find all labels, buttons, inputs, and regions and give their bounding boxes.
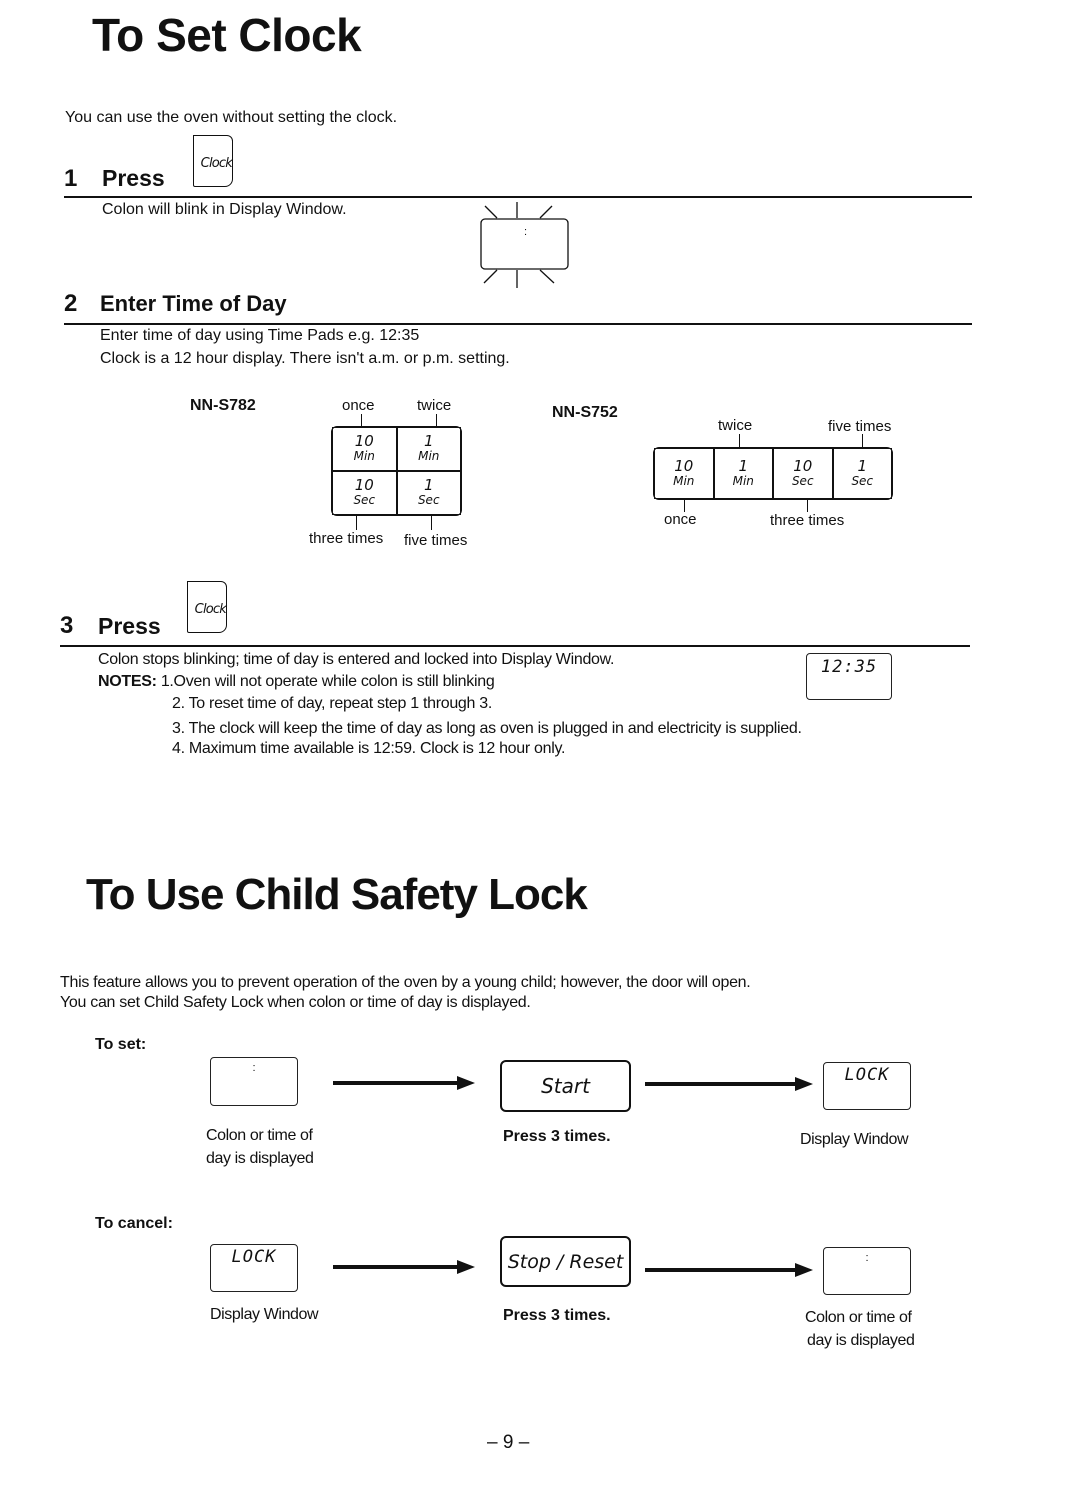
time-display-value: 12:35 (820, 657, 878, 677)
s782-label-five-times: five times (404, 532, 468, 549)
cancel-arrow-2-icon (645, 1263, 813, 1277)
cancel-to-display: : (823, 1247, 911, 1295)
pad-value: 10 (354, 432, 374, 450)
note-4: 4. Maximum time available is 12:59. Cloc… (172, 740, 566, 757)
model-nn-s782: NN-S782 (190, 397, 256, 414)
s782-label-once: once (342, 397, 375, 414)
step1-label: Press (102, 165, 165, 191)
pad-unit: Sec (851, 473, 874, 488)
s752-pad-1sec[interactable]: 1 Sec (832, 448, 892, 499)
step3-label: Press (98, 613, 161, 639)
set-to-display: LOCK (823, 1062, 911, 1110)
s782-tick-three (356, 516, 357, 530)
pad-value: 10 (793, 456, 813, 475)
s782-pad-10min[interactable]: 10 Min (332, 427, 397, 471)
s752-label-twice: twice (718, 417, 753, 434)
s752-tick-three (807, 500, 808, 512)
cancel-from-display: LOCK (210, 1244, 298, 1292)
cancel-from-caption: Display Window (210, 1306, 319, 1323)
cancel-to-caption-1: Colon or time of (805, 1309, 912, 1326)
lock-section-title: To Use Child Safety Lock (86, 870, 588, 919)
blinking-display-icon (480, 202, 569, 288)
model-nn-s752: NN-S752 (552, 404, 618, 421)
step2-line2: Clock is a 12 hour display. There isn't … (100, 350, 510, 367)
pad-value: 1 (423, 432, 434, 450)
notes-block: NOTES: 1.Oven will not operate while col… (98, 672, 495, 692)
pad-value: 10 (674, 456, 694, 475)
pad-unit: Min (732, 473, 754, 488)
set-from-caption-1: Colon or time of (206, 1127, 313, 1144)
step2-number: 2 (64, 290, 78, 317)
clock-key-button[interactable]: Clock (193, 135, 233, 187)
pad-unit: Sec (791, 473, 814, 488)
page-number: – 9 – (487, 1432, 530, 1453)
cancel-to-display-colon: : (865, 1252, 869, 1264)
start-button[interactable]: Start (500, 1060, 631, 1112)
s752-pad-1min[interactable]: 1 Min (713, 448, 773, 499)
step1-number: 1 (64, 165, 78, 192)
to-set-label: To set: (95, 1036, 147, 1053)
step3-description: Colon stops blinking; time of day is ent… (98, 651, 615, 668)
s752-tick-twice (739, 434, 740, 448)
note-3: 3. The clock will keep the time of day a… (172, 720, 802, 737)
note-2: 2. To reset time of day, repeat step 1 t… (172, 695, 493, 712)
s782-label-three-times: three times (309, 530, 384, 547)
s782-pad-1sec[interactable]: 1 Sec (396, 471, 461, 515)
set-from-caption-2: day is displayed (206, 1150, 314, 1167)
pad-value: 10 (354, 476, 374, 494)
lock-display-value: LOCK (844, 1065, 890, 1085)
set-from-display: : (210, 1057, 298, 1106)
s752-label-once: once (664, 511, 697, 528)
s782-time-pads: 10 Min 1 Min 10 Sec 1 Sec (331, 426, 462, 516)
set-arrow-2-icon (645, 1077, 813, 1091)
clock-section-title: To Set Clock (92, 9, 362, 61)
step1-description: Colon will blink in Display Window. (102, 201, 347, 218)
s782-pad-1min[interactable]: 1 Min (396, 427, 461, 471)
pad-unit: Min (353, 449, 375, 463)
note-1: 1.Oven will not operate while colon is s… (160, 673, 495, 690)
s752-pad-10min[interactable]: 10 Min (654, 448, 714, 499)
step2-line1: Enter time of day using Time Pads e.g. 1… (100, 327, 420, 344)
s782-pad-10sec[interactable]: 10 Sec (332, 471, 397, 515)
pad-unit: Min (673, 473, 695, 488)
time-display-window: 12:35 (806, 653, 892, 700)
pad-value: 1 (423, 476, 434, 494)
pad-unit: Sec (353, 493, 376, 507)
blinking-colon: : (524, 226, 528, 238)
s752-tick-five (862, 434, 863, 448)
notes-label: NOTES: (98, 673, 157, 690)
clock-intro: You can use the oven without setting the… (65, 109, 398, 126)
pad-value: 1 (738, 456, 749, 475)
s752-time-pads: 10 Min 1 Min 10 Sec 1 Sec (653, 447, 893, 500)
stop-reset-button[interactable]: Stop / Reset (500, 1236, 631, 1287)
s782-tick-five (431, 516, 432, 530)
start-press-caption: Press 3 times. (503, 1128, 611, 1145)
step3-divider (60, 645, 970, 647)
lock-intro-line2: You can set Child Safety Lock when colon… (60, 994, 531, 1011)
step2-divider (64, 323, 972, 325)
cancel-to-caption-2: day is displayed (807, 1332, 915, 1349)
cancel-lock-display-value: LOCK (231, 1247, 277, 1267)
s752-label-five-times: five times (828, 418, 892, 435)
s752-label-three-times: three times (770, 512, 845, 529)
pad-unit: Sec (417, 493, 440, 507)
stop-press-caption: Press 3 times. (503, 1307, 611, 1324)
s752-pad-10sec[interactable]: 10 Sec (773, 448, 833, 499)
pad-unit: Min (418, 449, 440, 463)
clock-key-button-step3[interactable]: Clock (187, 581, 227, 633)
set-from-display-colon: : (252, 1062, 256, 1074)
pad-value: 1 (857, 456, 868, 475)
to-cancel-label: To cancel: (95, 1215, 173, 1232)
set-to-caption: Display Window (800, 1131, 909, 1148)
lock-intro-line1: This feature allows you to prevent opera… (60, 974, 751, 991)
s782-label-twice: twice (417, 397, 452, 414)
cancel-arrow-1-icon (333, 1260, 475, 1274)
step2-label: Enter Time of Day (100, 291, 287, 316)
set-arrow-1-icon (333, 1076, 475, 1090)
step3-number: 3 (60, 612, 74, 639)
